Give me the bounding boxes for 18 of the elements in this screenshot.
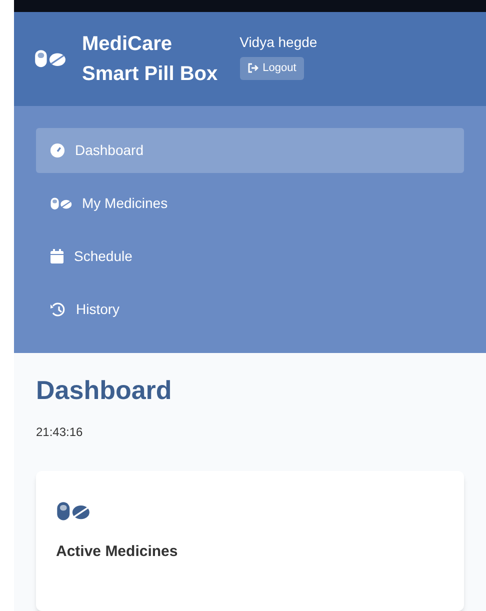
app-title: MediCare bbox=[82, 32, 174, 57]
pills-icon bbox=[34, 49, 66, 68]
page-title: Dashboard bbox=[36, 374, 173, 407]
user-name: Vidya hegde bbox=[240, 33, 318, 52]
nav-item[interactable]: Schedule bbox=[36, 234, 464, 280]
pills-icon bbox=[56, 501, 90, 522]
app-subtitle: Smart Pill Box bbox=[82, 62, 218, 87]
logout-icon bbox=[248, 63, 259, 74]
pills-icon bbox=[50, 197, 72, 210]
clock-time: 21:43:16 bbox=[36, 424, 84, 441]
nav-item[interactable]: My Medicines bbox=[36, 181, 464, 226]
history-icon bbox=[50, 302, 66, 318]
gauge-icon bbox=[50, 143, 65, 158]
calendar-icon bbox=[50, 249, 64, 264]
card-label: Active Medicines bbox=[56, 542, 178, 562]
logout-button[interactable]: Logout bbox=[240, 57, 304, 80]
nav-item[interactable]: Dashboard bbox=[36, 128, 464, 174]
nav-item[interactable]: History bbox=[36, 287, 464, 332]
